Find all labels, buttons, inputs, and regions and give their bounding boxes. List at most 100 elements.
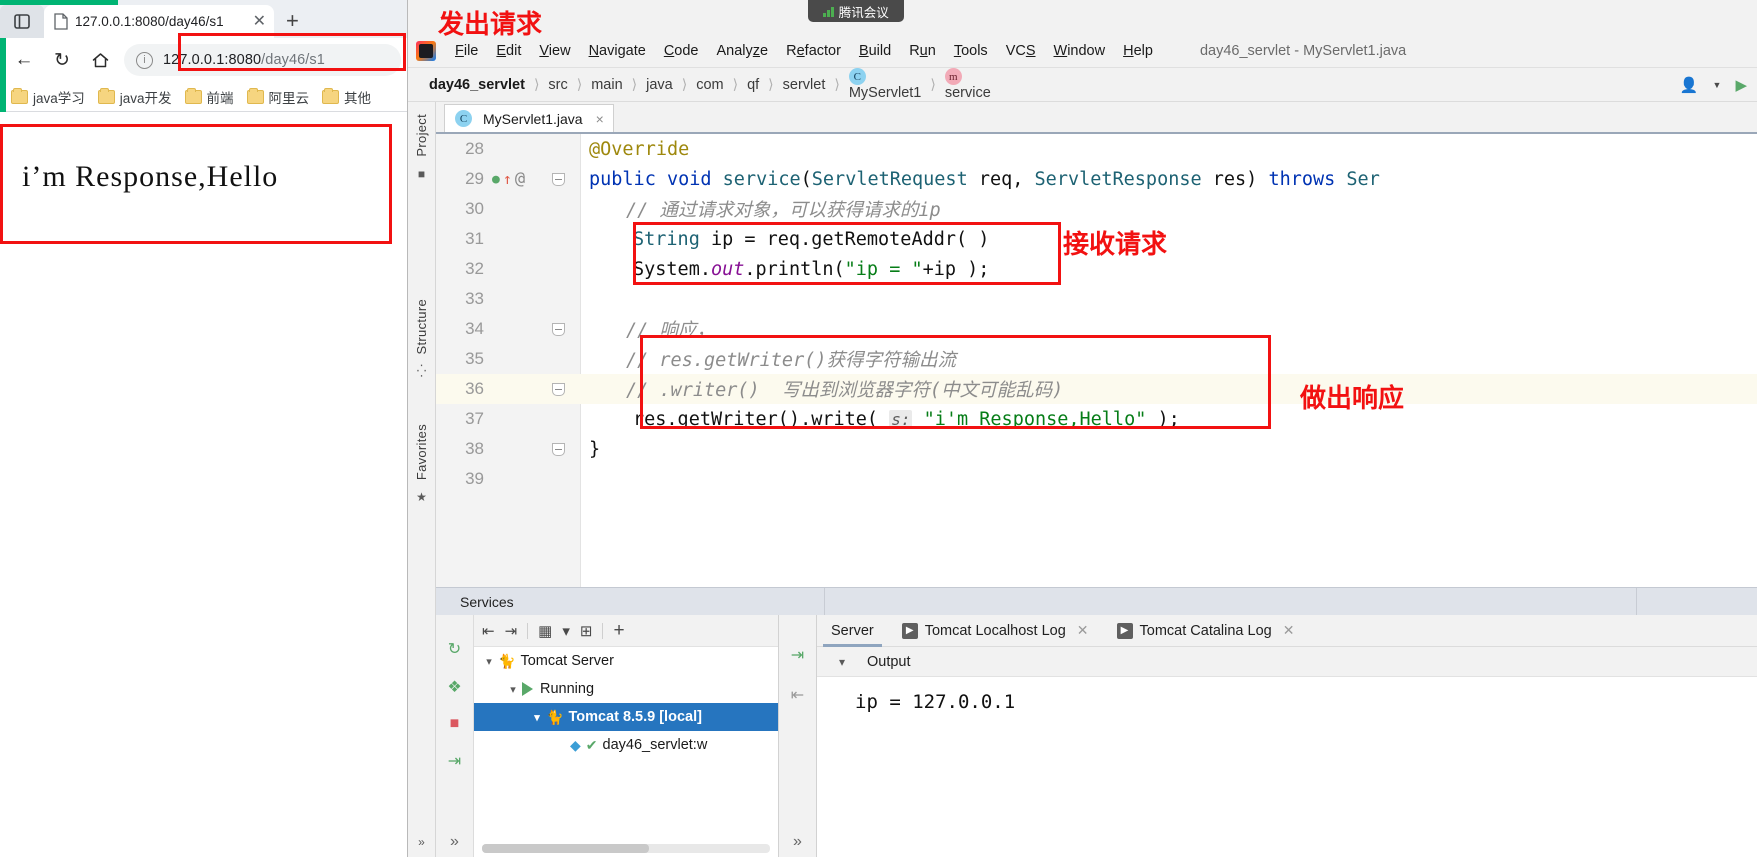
breadcrumb-item-qf[interactable]: qf [742,77,764,93]
scroll-to-end-icon[interactable]: ⇥ [791,645,804,665]
account-icon[interactable]: 👤 [1680,76,1699,94]
bookmark-item[interactable]: 前端 [180,85,239,109]
breadcrumb-item-project[interactable]: day46_servlet [424,77,530,93]
breadcrumb-item-java[interactable]: java [641,77,678,93]
menu-build[interactable]: Build [850,40,900,62]
structure-icon: ⁛ [416,364,427,379]
code-editor[interactable]: 28 @Override 29 ● ↑ @ public void servic… [436,132,1757,587]
bookmark-item[interactable]: 其他 [317,85,376,109]
browser-nav-bar: ← ↻ i 127.0.0.1:8080/day46/s1 [0,38,407,82]
rerun-icon[interactable]: ↻ [448,639,461,659]
tab-search-button[interactable] [0,5,44,38]
breadcrumb-item-class[interactable]: C MyServlet1 [844,68,927,101]
chevron-down-icon[interactable]: ▾ [817,655,867,669]
group-by-icon[interactable]: ▦ [538,622,552,640]
services-tree[interactable]: ▾ 🐈 Tomcat Server ▾ Running ▾ 🐈 Tomcat 8… [474,647,778,857]
bookmark-item[interactable]: java学习 [6,85,90,109]
run-icon[interactable]: ▶ [1735,76,1747,94]
fold-icon[interactable] [552,172,565,186]
console-output[interactable]: ip = 127.0.0.1 [817,677,1757,857]
tree-node-running[interactable]: ▾ Running [474,675,778,703]
run-method-icon[interactable]: ● [492,172,500,187]
menu-code[interactable]: Code [655,40,708,62]
menu-analyze[interactable]: Analyze [708,40,778,62]
menu-view[interactable]: View [530,40,579,62]
menu-window[interactable]: Window [1045,40,1115,62]
jump-to-source-icon[interactable]: ⇥ [448,751,461,771]
tree-node-tomcat-server[interactable]: ▾ 🐈 Tomcat Server [474,647,778,675]
tool-window-favorites[interactable]: Favorites [414,424,429,480]
new-tab-button[interactable]: + [274,8,311,38]
star-icon: ★ [416,490,427,505]
add-tab-icon[interactable]: ⊞ [580,622,593,640]
breadcrumb-separator: ⟩ [768,76,774,92]
bookmark-item[interactable]: java开发 [93,85,177,109]
stop-icon[interactable]: ■ [450,715,460,733]
browser-tab[interactable]: 127.0.0.1:8080/day46/s1 ✕ [44,5,274,38]
bookmark-label: 其他 [344,90,372,106]
debug-icon[interactable]: ❖ [447,677,461,697]
reload-icon[interactable]: ↻ [44,43,80,77]
breadcrumb-item-main[interactable]: main [586,77,627,93]
menu-edit[interactable]: Edit [487,40,530,62]
chevron-down-icon[interactable]: ▾ [480,655,498,668]
tab-tomcat-localhost-log[interactable]: ▶ Tomcat Localhost Log ✕ [888,615,1103,647]
breadcrumb-separator: ⟩ [576,76,583,92]
services-tool-window: Services ↻ ❖ ■ ⇥ » ⇤ ⇥ ▦ ▾ ⊞ + ▾ 🐈 Tomca… [436,587,1757,857]
menu-file[interactable]: File [446,40,487,62]
filter-icon[interactable]: ▾ [562,622,570,640]
tree-node-tomcat-local[interactable]: ▾ 🐈 Tomcat 8.5.9 [local] [474,703,778,731]
collapse-all-icon[interactable]: ⇥ [505,622,518,640]
menu-run[interactable]: Run [900,40,945,62]
add-icon[interactable]: + [613,620,624,642]
menu-help[interactable]: Help [1114,40,1162,62]
soft-wrap-icon[interactable]: ⇤ [791,685,804,705]
horizontal-scrollbar[interactable] [482,844,770,853]
tool-window-project[interactable]: Project [414,114,429,157]
fold-column[interactable] [536,382,581,396]
close-icon[interactable]: × [596,111,604,127]
fold-icon[interactable] [552,382,565,396]
expand-rail-icon[interactable]: » [418,835,425,849]
breadcrumb-item-servlet[interactable]: servlet [778,77,831,93]
home-glyph [92,53,108,68]
chevron-down-icon[interactable]: ▾ [528,711,546,724]
fold-column[interactable] [536,322,581,336]
chevron-down-icon[interactable]: ▼ [1713,80,1722,90]
address-bar[interactable]: i 127.0.0.1:8080/day46/s1 [124,44,401,76]
expand-all-icon[interactable]: ⇤ [482,622,495,640]
tool-window-structure[interactable]: Structure [414,299,429,354]
meeting-overlay[interactable]: 腾讯会议 [808,0,904,22]
menu-tools[interactable]: Tools [945,40,997,62]
editor-tab-myservlet1[interactable]: C MyServlet1.java × [444,104,614,132]
services-console-toolbar: ⇥ ⇤ » [779,615,817,857]
more-icon[interactable]: » [793,833,802,851]
fold-column[interactable] [536,172,581,186]
response-body-text: i’m Response,Hello [22,160,279,193]
tab-tomcat-catalina-log[interactable]: ▶ Tomcat Catalina Log ✕ [1103,615,1309,647]
close-icon[interactable]: ✕ [1077,622,1089,639]
back-icon[interactable]: ← [6,43,42,77]
home-icon[interactable] [82,43,118,77]
tree-node-label: day46_servlet:w [602,737,708,753]
fold-icon[interactable] [552,442,565,456]
menu-navigate[interactable]: Navigate [580,40,655,62]
site-info-icon[interactable]: i [136,51,153,69]
bookmark-item[interactable]: 阿里云 [242,85,315,109]
close-icon[interactable]: ✕ [253,13,266,30]
menu-vcs[interactable]: VCS [997,40,1045,62]
close-icon[interactable]: ✕ [1283,622,1295,639]
output-section-header[interactable]: ▾ Output [817,647,1757,677]
tree-node-artifact[interactable]: ◆ ✔ day46_servlet:w [474,731,778,759]
chevron-down-icon[interactable]: ▾ [504,683,522,696]
fold-column[interactable] [536,442,581,456]
more-icon[interactable]: » [450,833,459,851]
line-number: 38 [465,439,484,458]
menu-refactor[interactable]: Refactor [777,40,850,62]
breadcrumb-item-method[interactable]: m service [940,68,996,101]
fold-icon[interactable] [552,322,565,336]
tab-server[interactable]: Server [817,615,888,647]
breadcrumb-item-src[interactable]: src [543,77,572,93]
breadcrumb-item-com[interactable]: com [691,77,728,93]
line-number: 31 [465,229,484,248]
